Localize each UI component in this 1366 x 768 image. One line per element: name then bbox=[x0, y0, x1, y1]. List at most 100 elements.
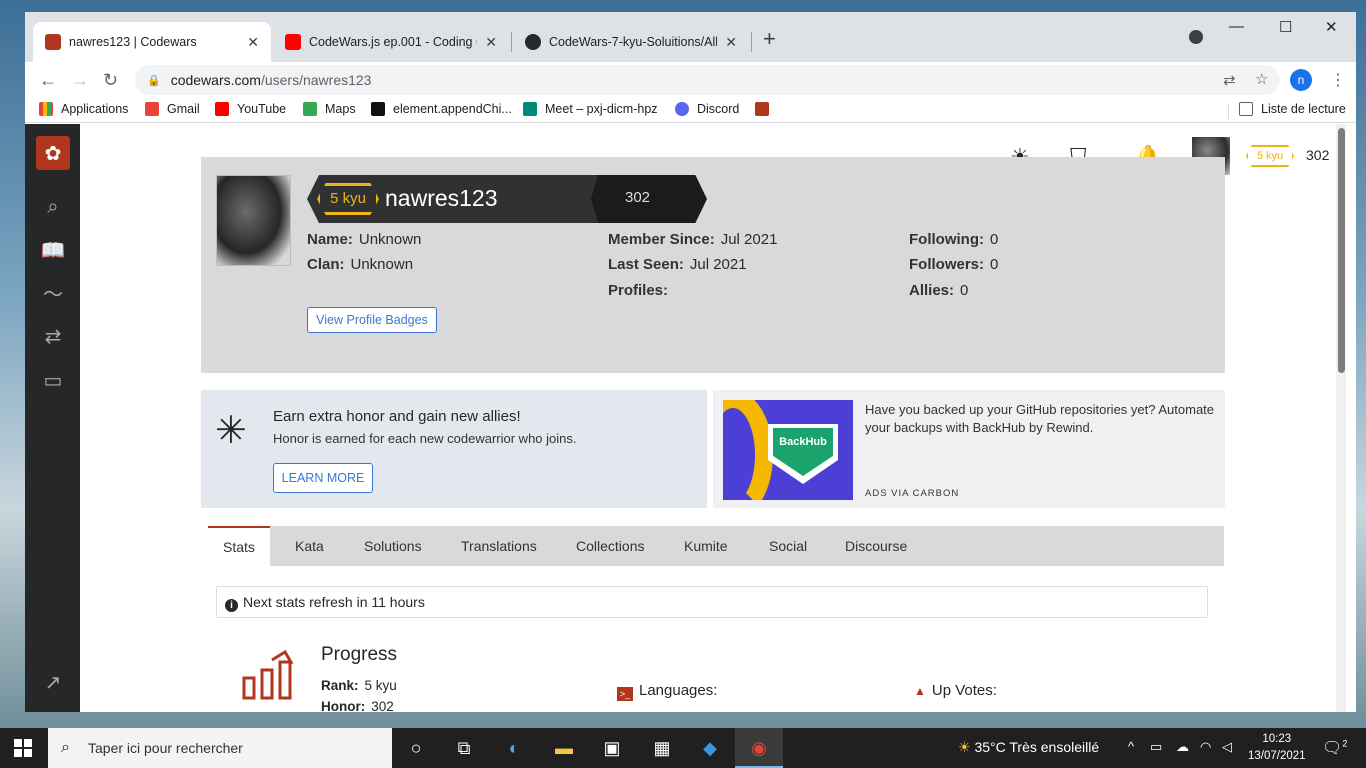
page-icon bbox=[371, 102, 385, 116]
bookmark-applications[interactable]: Applications bbox=[39, 102, 128, 116]
bookmark-gmail[interactable]: Gmail bbox=[145, 102, 200, 116]
bookmarks-separator bbox=[1228, 103, 1229, 119]
tab-solutions[interactable]: Solutions bbox=[364, 526, 422, 566]
progress-title: Progress bbox=[321, 644, 398, 665]
profile-username: nawres123 bbox=[385, 185, 498, 211]
progress-honor: Honor: 302 bbox=[321, 699, 394, 712]
meet-icon bbox=[523, 102, 537, 116]
close-tab-icon[interactable]: ✕ bbox=[239, 34, 259, 51]
tab-discourse[interactable]: Discourse bbox=[845, 526, 907, 566]
view-profile-badges-button[interactable]: View Profile Badges bbox=[307, 307, 437, 333]
task-view-icon[interactable]: ⧉ bbox=[452, 736, 476, 760]
profile-rank-badge: 5 kyu bbox=[317, 183, 379, 215]
page-scrollbar[interactable] bbox=[1336, 124, 1346, 712]
stat-value: 5 kyu bbox=[364, 678, 397, 693]
ads-via-carbon[interactable]: ADS VIA CARBON bbox=[865, 488, 959, 499]
repeat-icon[interactable]: ⇄ bbox=[40, 324, 66, 350]
profile-panel: 5 kyu nawres123 302 Name: Unknown Clan: Un… bbox=[201, 157, 1225, 373]
volume-icon[interactable]: ◁ bbox=[1222, 739, 1232, 755]
windows-start-icon[interactable] bbox=[14, 739, 32, 757]
languages-heading: >_ Languages: bbox=[617, 682, 717, 701]
trending-icon[interactable]: ↗ bbox=[40, 670, 66, 696]
bookmark-meet[interactable]: Meet – pxj-dicm-hpz bbox=[523, 102, 658, 116]
vscode-icon[interactable]: ◆ bbox=[698, 736, 722, 760]
new-tab-button[interactable]: + bbox=[763, 26, 776, 52]
stat-allies[interactable]: Allies: 0 bbox=[909, 282, 968, 299]
taskbar-search[interactable]: ⌕ Taper ici pour rechercher bbox=[48, 728, 392, 768]
bookmark-star-icon[interactable]: ☆ bbox=[1255, 70, 1268, 88]
profile-avatar[interactable]: n bbox=[1290, 69, 1312, 91]
stat-value: Jul 2021 bbox=[689, 256, 747, 273]
tab-github[interactable]: CodeWars-7-kyu-Soluitions/All S ✕ bbox=[513, 22, 749, 62]
store-icon[interactable]: ▣ bbox=[600, 736, 624, 760]
file-explorer-icon[interactable]: ▬ bbox=[552, 736, 576, 760]
stat-following[interactable]: Following: 0 bbox=[909, 231, 998, 248]
tab-social[interactable]: Social bbox=[769, 526, 807, 566]
chrome-icon[interactable]: ◉ bbox=[747, 736, 771, 760]
tab-search-icon[interactable] bbox=[1189, 30, 1203, 44]
bookmark-youtube[interactable]: YouTube bbox=[215, 102, 286, 116]
codewars-logo-icon[interactable]: ✿ bbox=[36, 136, 70, 170]
book-icon[interactable]: 📖 bbox=[40, 238, 66, 264]
youtube-icon bbox=[215, 102, 229, 116]
tab-translations[interactable]: Translations bbox=[461, 526, 537, 566]
tab-kata[interactable]: Kata bbox=[295, 526, 324, 566]
battery-icon[interactable]: ▭ bbox=[1150, 739, 1162, 755]
chrome-menu-icon[interactable]: ⋮ bbox=[1330, 70, 1346, 90]
back-arrow-icon[interactable]: ← bbox=[39, 70, 57, 91]
close-tab-icon[interactable]: ✕ bbox=[717, 34, 737, 51]
notifications-icon[interactable]: 🗨2 bbox=[1322, 738, 1347, 758]
close-tab-icon[interactable]: ✕ bbox=[477, 34, 497, 51]
close-window-button[interactable]: ✕ bbox=[1325, 18, 1338, 36]
browser-toolbar: ← → ↻ 🔒 codewars.com/users/nawres123 ⇄ ☆… bbox=[25, 62, 1356, 99]
address-bar[interactable]: 🔒 codewars.com/users/nawres123 ⇄ ☆ bbox=[135, 65, 1280, 95]
reload-icon[interactable]: ↻ bbox=[103, 70, 118, 91]
profile-name-bar: 5 kyu nawres123 302 bbox=[307, 175, 707, 223]
app-icon[interactable]: ▦ bbox=[650, 736, 674, 760]
translate-icon[interactable]: ⇄ bbox=[1223, 71, 1236, 89]
network-icon: ✳ bbox=[215, 410, 247, 452]
system-clock[interactable]: 10:23 13/07/2021 bbox=[1248, 731, 1306, 765]
stat-label: Honor: bbox=[321, 699, 366, 712]
clock-date: 13/07/2021 bbox=[1248, 750, 1306, 762]
tab-collections[interactable]: Collections bbox=[576, 526, 644, 566]
learn-more-button[interactable]: LEARN MORE bbox=[273, 463, 373, 493]
feed-icon[interactable]: 〜 bbox=[40, 282, 66, 308]
tab-separator bbox=[751, 32, 752, 52]
tab-kumite[interactable]: Kumite bbox=[684, 526, 728, 566]
tab-youtube[interactable]: CodeWars.js ep.001 - Coding Cha ✕ bbox=[273, 22, 509, 62]
windows-taskbar: ⌕ Taper ici pour rechercher ○ ⧉ ◐ ▬ ▣ ▦ … bbox=[0, 728, 1366, 768]
stat-profiles: Profiles: bbox=[608, 282, 674, 299]
search-icon[interactable]: ⌕ bbox=[40, 194, 66, 220]
stat-followers[interactable]: Followers: 0 bbox=[909, 256, 998, 273]
tab-title: CodeWars-7-kyu-Soluitions/All S bbox=[549, 35, 718, 49]
reading-list[interactable]: Liste de lecture bbox=[1239, 102, 1346, 116]
minimize-button[interactable]: — bbox=[1229, 18, 1244, 35]
cortana-icon[interactable]: ○ bbox=[404, 736, 428, 760]
cloud-icon[interactable]: ☁ bbox=[1176, 739, 1189, 755]
lock-icon: 🔒 bbox=[147, 74, 161, 87]
tab-stats[interactable]: Stats bbox=[208, 526, 270, 566]
maximize-button[interactable]: ☐ bbox=[1279, 18, 1292, 36]
edge-icon[interactable]: ◐ bbox=[502, 736, 526, 760]
ad-text[interactable]: Have you backed up your GitHub repositor… bbox=[865, 401, 1215, 437]
codewars-icon bbox=[755, 102, 769, 116]
forward-arrow-icon[interactable]: → bbox=[71, 70, 89, 91]
bookmark-codewars[interactable] bbox=[755, 102, 777, 116]
tab-title: CodeWars.js ep.001 - Coding Cha bbox=[309, 35, 477, 49]
bookmark-discord[interactable]: Discord bbox=[675, 102, 739, 116]
wifi-icon[interactable]: ◠ bbox=[1200, 739, 1211, 755]
weather-widget[interactable]: ☀ 35°C Très ensoleillé bbox=[958, 739, 1099, 756]
chevron-up-icon[interactable]: ^ bbox=[1128, 739, 1134, 754]
scrollbar-thumb[interactable] bbox=[1338, 128, 1345, 373]
bookmark-appendchild[interactable]: element.appendChi... bbox=[371, 102, 512, 116]
clock-time: 10:23 bbox=[1262, 733, 1292, 745]
tab-codewars[interactable]: nawres123 | Codewars ✕ bbox=[33, 22, 271, 62]
stat-label: Following: bbox=[909, 231, 984, 248]
carbon-ad[interactable]: BackHub Have you backed up your GitHub r… bbox=[713, 390, 1225, 508]
chat-icon[interactable]: ▭ bbox=[40, 368, 66, 394]
bookmark-maps[interactable]: Maps bbox=[303, 102, 356, 116]
promo-text: Honor is earned for each new codewarrior… bbox=[273, 431, 577, 446]
profile-avatar-image bbox=[216, 175, 291, 266]
backhub-ad-image[interactable]: BackHub bbox=[723, 400, 853, 500]
